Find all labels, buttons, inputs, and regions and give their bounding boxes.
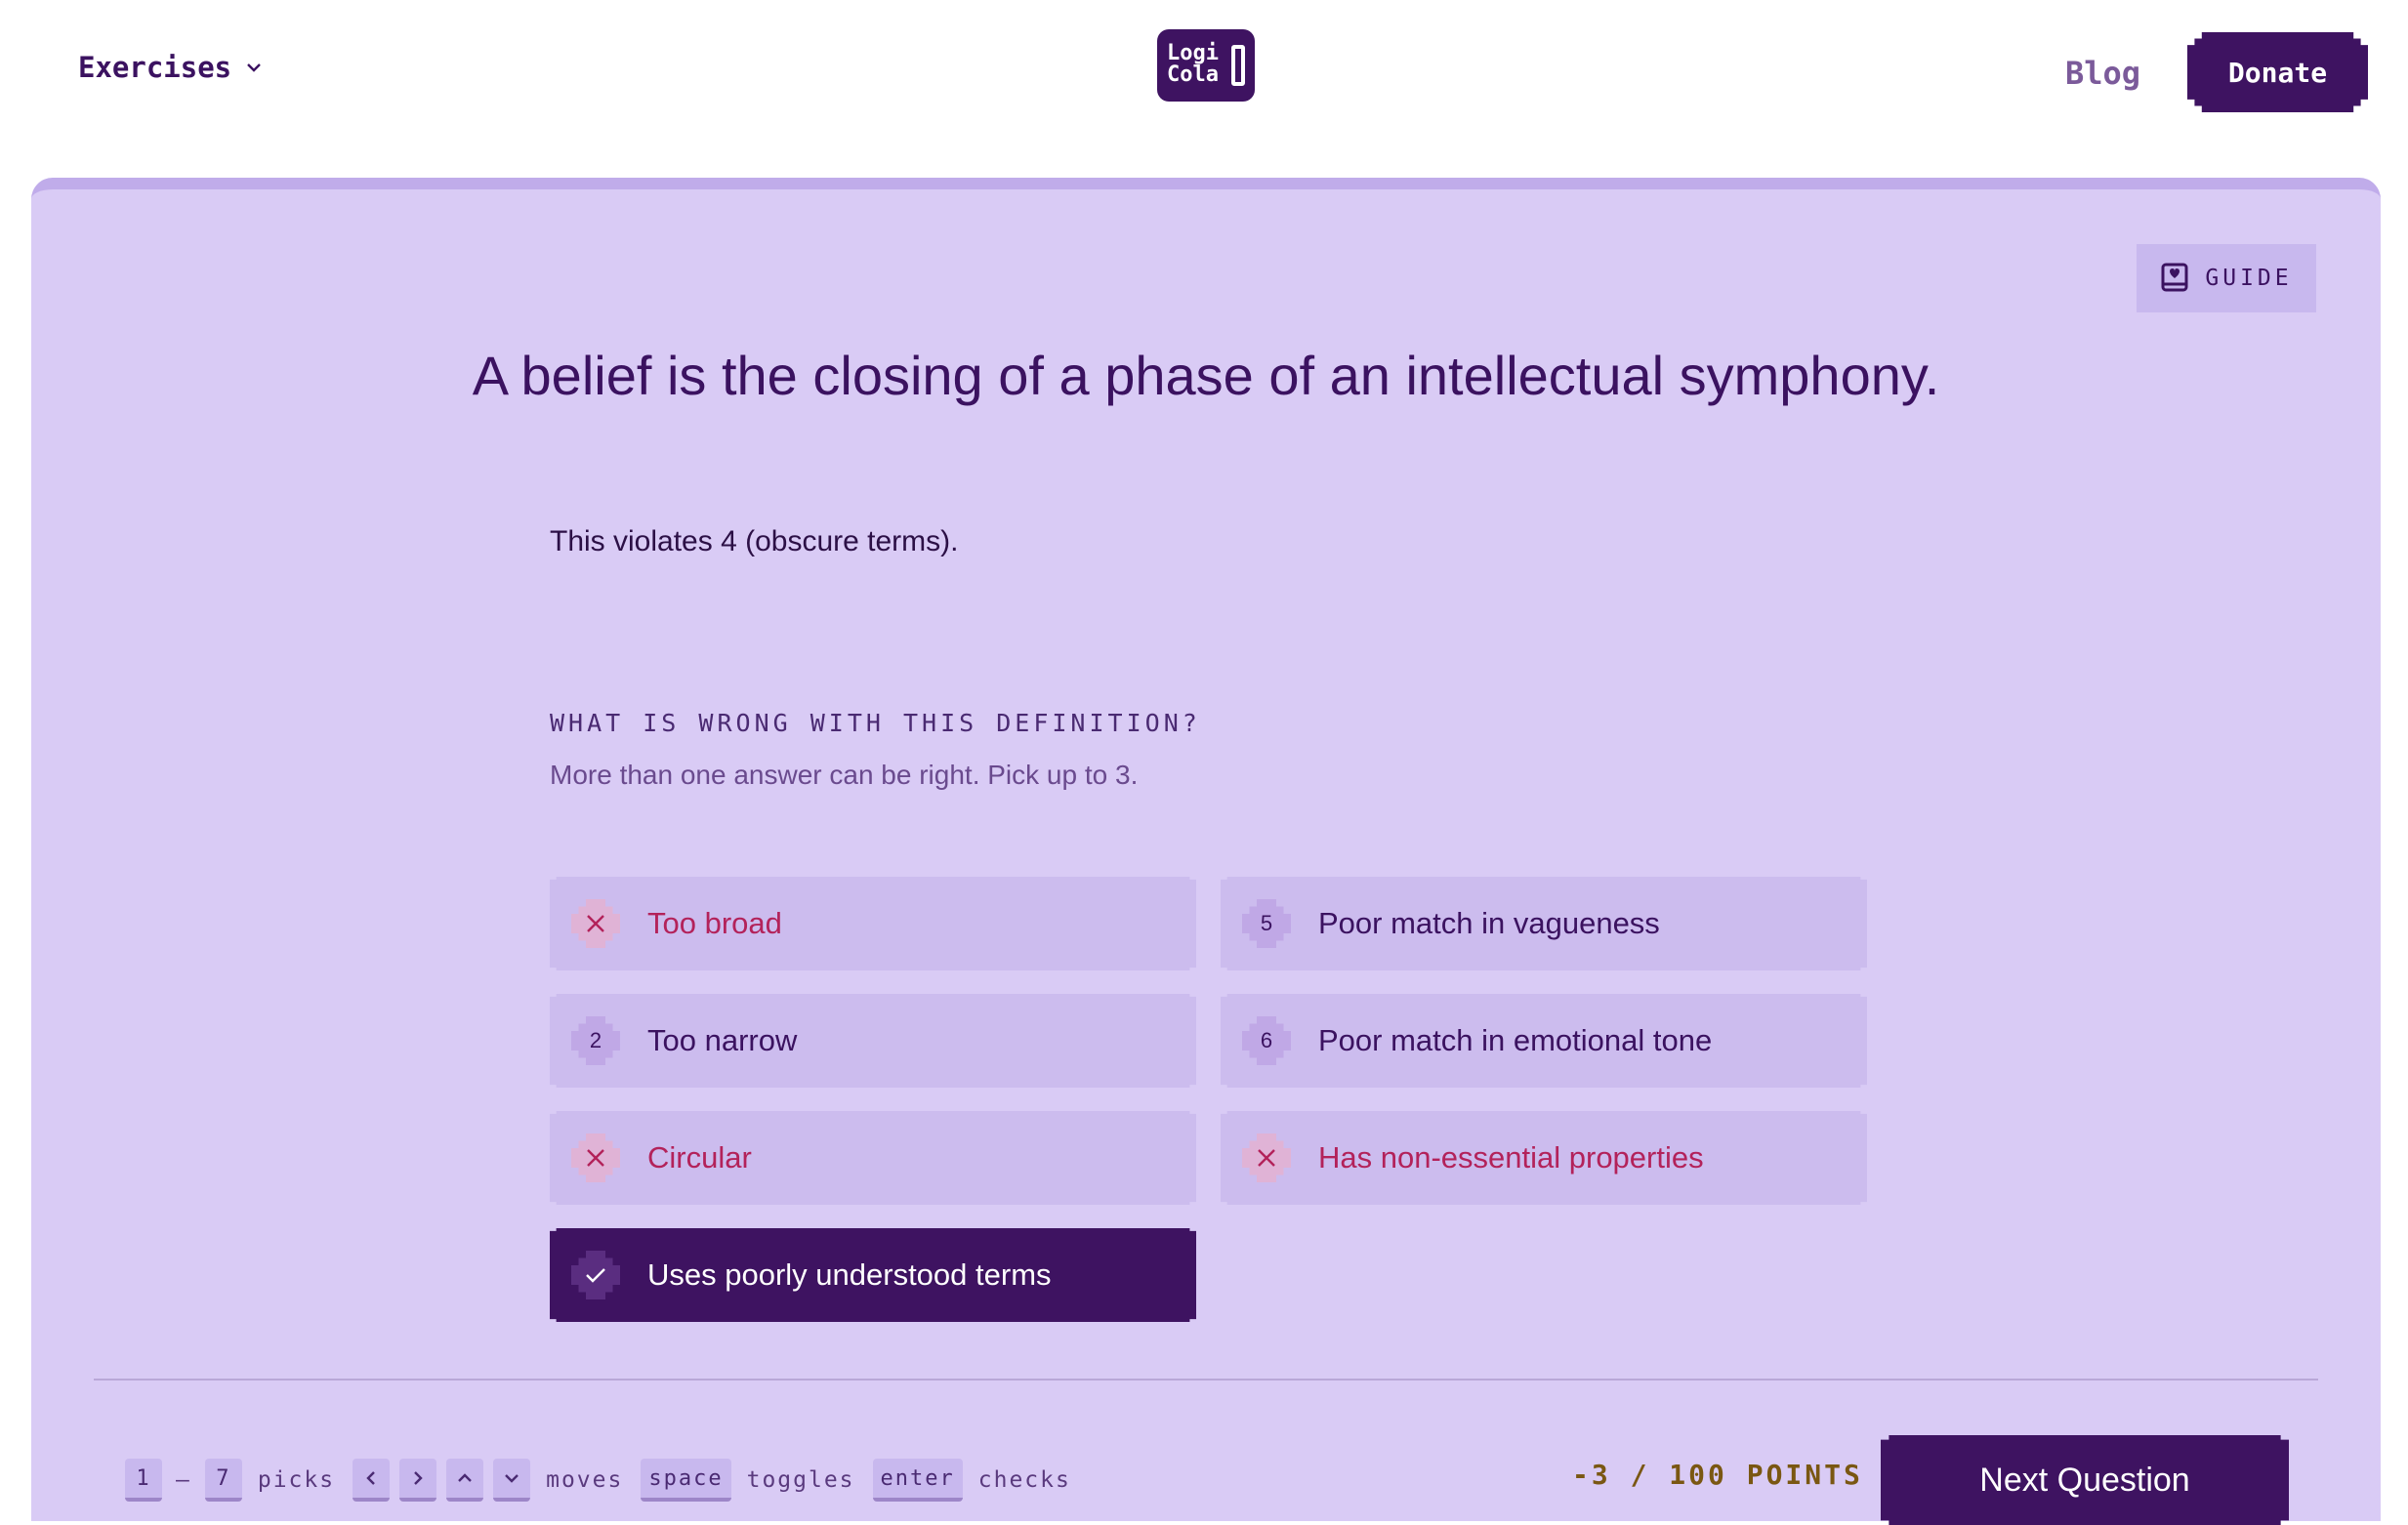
x-icon	[571, 1133, 620, 1182]
book-icon	[2161, 263, 2188, 292]
exercise-panel: GUIDE A belief is the closing of a phase…	[31, 178, 2381, 1525]
logo-text-1: Logi	[1167, 41, 1219, 65]
option-label: Has non-essential properties	[1318, 1140, 1704, 1175]
chevron-down-icon	[247, 63, 261, 72]
question-text: A belief is the closing of a phase of an…	[472, 345, 1940, 406]
prompt-heading: WHAT IS WRONG WITH THIS DEFINITION?	[550, 709, 1201, 737]
chevron-left-icon	[353, 1459, 391, 1502]
option-label: Uses poorly understood terms	[647, 1257, 1052, 1292]
next-question-button[interactable]: Next Question	[1881, 1435, 2289, 1525]
option-label: Too broad	[647, 906, 782, 940]
option-label: Circular	[647, 1140, 752, 1175]
option-number-badge: 5	[1242, 899, 1291, 948]
key-enter: enter	[872, 1459, 963, 1502]
option-too-broad[interactable]: Too broad	[550, 877, 1196, 970]
feedback-text: This violates 4 (obscure terms).	[550, 525, 959, 557]
prompt-subtext: More than one answer can be right. Pick …	[550, 760, 1139, 790]
option-circular[interactable]: Circular	[550, 1111, 1196, 1205]
option-label: Poor match in emotional tone	[1318, 1023, 1713, 1057]
key-space: space	[641, 1459, 731, 1502]
option-vagueness[interactable]: 5 Poor match in vagueness	[1221, 877, 1867, 970]
chevron-down-icon	[493, 1459, 531, 1502]
chevron-right-icon	[399, 1459, 437, 1502]
guide-label: GUIDE	[2205, 266, 2293, 291]
option-number-badge: 6	[1242, 1016, 1291, 1065]
option-too-narrow[interactable]: 2 Too narrow	[550, 994, 1196, 1088]
points-display: -3 / 100 POINTS	[1572, 1459, 1863, 1491]
x-icon	[571, 899, 620, 948]
option-number-badge: 2	[571, 1016, 620, 1065]
guide-button[interactable]: GUIDE	[2137, 244, 2316, 312]
donate-button[interactable]: Donate	[2187, 32, 2368, 112]
exercises-menu[interactable]: Exercises	[78, 51, 263, 84]
chevron-up-icon	[446, 1459, 484, 1502]
top-nav: Exercises Logi Cola Blog Donate	[0, 0, 2408, 146]
check-icon	[571, 1251, 620, 1299]
keyboard-shortcuts: 1 – 7 picks moves space toggles enter ch…	[125, 1459, 1089, 1502]
key-7: 7	[204, 1459, 242, 1502]
moves-label: moves	[546, 1467, 624, 1493]
logo-text-2: Cola	[1167, 62, 1219, 87]
key-1: 1	[125, 1459, 162, 1502]
option-label: Too narrow	[647, 1023, 798, 1057]
option-poorly-understood-terms[interactable]: Uses poorly understood terms	[550, 1228, 1196, 1322]
toggles-label: toggles	[746, 1467, 855, 1493]
option-emotional-tone[interactable]: 6 Poor match in emotional tone	[1221, 994, 1867, 1088]
blog-link[interactable]: Blog	[2065, 55, 2140, 92]
checks-label: checks	[977, 1467, 1071, 1493]
logo[interactable]: Logi Cola	[1157, 29, 1255, 102]
option-non-essential[interactable]: Has non-essential properties	[1221, 1111, 1867, 1205]
exercises-label: Exercises	[78, 51, 232, 84]
x-icon	[1242, 1133, 1291, 1182]
option-label: Poor match in vagueness	[1318, 906, 1660, 940]
logo-glass-icon	[1231, 45, 1245, 86]
key-range-dash: –	[176, 1467, 191, 1493]
picks-label: picks	[257, 1467, 336, 1493]
divider	[94, 1379, 2318, 1381]
